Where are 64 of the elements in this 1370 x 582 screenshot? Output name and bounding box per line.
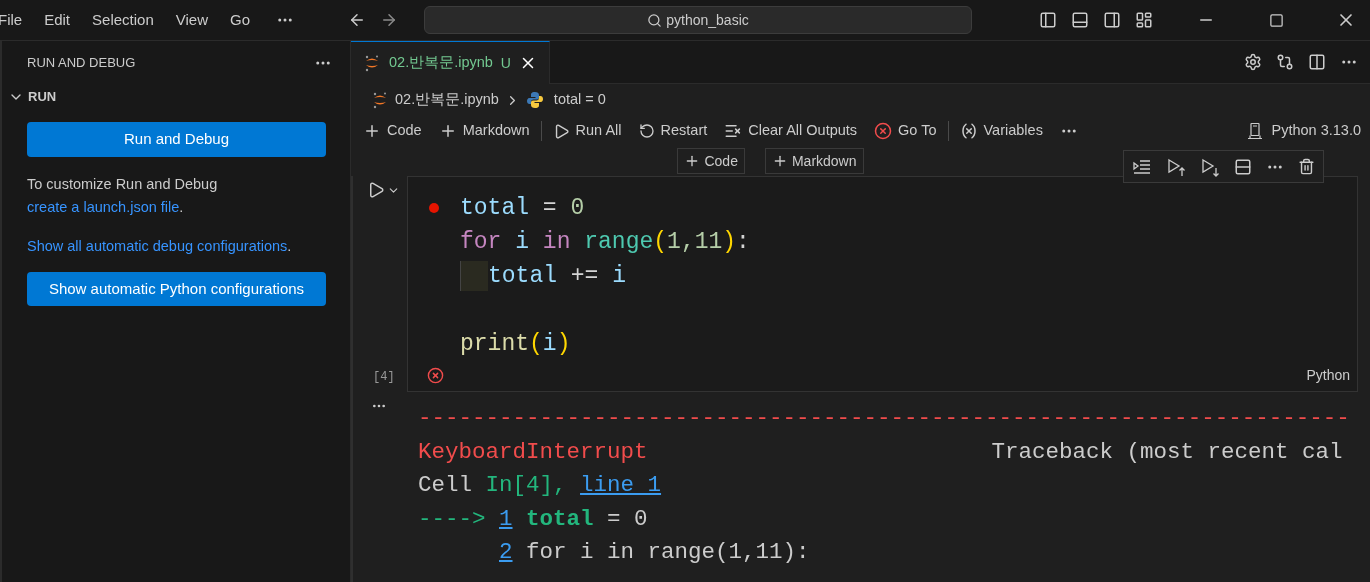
code-line: total += i (488, 261, 627, 291)
insert-cell-button[interactable]: Code (677, 148, 745, 174)
search-icon (647, 12, 663, 28)
panel-right-icon[interactable] (1103, 11, 1121, 29)
insert-cell-button[interactable]: Markdown (764, 148, 864, 174)
toolbar-button[interactable]: Restart (638, 120, 708, 142)
error-name: KeyboardInterrupt (418, 437, 648, 467)
link[interactable]: create a launch.json file (27, 199, 180, 215)
sidebar-title: RUN AND DEBUG (27, 54, 136, 73)
toolbar-button[interactable]: Go To (874, 120, 937, 142)
breadcrumb-item[interactable]: 02.반복문.ipynb (395, 89, 499, 111)
notebook-icon (371, 91, 389, 109)
code-line: total = 0 (460, 193, 585, 223)
tab-label: 02.반복문.ipynb (389, 53, 493, 73)
panel-left-icon[interactable] (1039, 11, 1057, 29)
variables-icon (959, 122, 978, 140)
menu-item[interactable]: File (0, 8, 23, 32)
traceback-line: Cell In[4], line 1 (418, 471, 662, 500)
forward-arrow-icon[interactable] (380, 11, 398, 29)
traceback-line: 2 for i in range(1,11): (498, 538, 810, 567)
code-line: print(i) (460, 329, 571, 359)
toolbar-button[interactable]: Variables (959, 120, 1043, 142)
section-header[interactable]: RUN (2, 85, 350, 109)
settings-icon[interactable] (1244, 53, 1262, 71)
split-cell-icon[interactable] (1234, 157, 1252, 176)
run-above-icon[interactable] (1166, 156, 1186, 177)
delete-icon[interactable] (1298, 158, 1315, 175)
command-center[interactable]: python_basic (424, 6, 972, 34)
error-rule: --------------------------------------------------------------------- (418, 404, 1351, 433)
toolbar-button[interactable]: Markdown (438, 120, 530, 142)
execution-count: [4] (372, 369, 396, 386)
clear-outputs-icon (724, 122, 743, 140)
panel-bottom-icon[interactable] (1071, 11, 1089, 29)
run-cell-icon[interactable] (367, 181, 385, 199)
traceback-line: ----> 1 total = 0 (418, 504, 648, 534)
menu-item[interactable]: View (175, 8, 208, 32)
restart-icon (638, 123, 655, 139)
menu-item[interactable]: Go (230, 8, 250, 32)
plus-icon (363, 122, 381, 140)
toolbar-button[interactable]: Clear All Outputs (724, 120, 858, 142)
kernel-picker[interactable]: Python 3.13.0 (1245, 120, 1361, 142)
traceback-header: Traceback (most recent cal (991, 437, 1343, 467)
error-icon (874, 122, 893, 140)
breadcrumb-item[interactable]: total = 0 (553, 89, 606, 111)
toolbar-button[interactable]: Code (363, 120, 422, 142)
cell-language: Python (1306, 366, 1350, 385)
server-icon (1245, 122, 1264, 140)
help-text: Show all automatic debug configurations. (27, 237, 293, 256)
editor-tab[interactable]: 02.반복문.ipynb U (351, 41, 550, 84)
menu-item[interactable]: Edit (44, 8, 71, 32)
menu-item[interactable]: Selection (92, 8, 154, 32)
layout-icon[interactable] (1135, 11, 1153, 29)
python-configurations-button[interactable]: Show automatic Python configurations (27, 272, 326, 306)
help-text: To customize Run and Debug create a launch.json file. (27, 175, 219, 217)
maximize-icon[interactable] (1269, 12, 1284, 28)
notebook-icon (363, 54, 381, 72)
code-line: for i in range(1,11): (460, 227, 750, 257)
split-editor-icon[interactable] (1308, 53, 1326, 71)
toolbar-button[interactable]: Run All (552, 120, 622, 142)
run-and-debug-button[interactable]: Run and Debug (27, 122, 326, 157)
compare-icon[interactable] (1276, 53, 1294, 71)
python-icon (525, 91, 544, 109)
run-below-icon[interactable] (1200, 156, 1220, 177)
status-letter: U (500, 53, 511, 73)
